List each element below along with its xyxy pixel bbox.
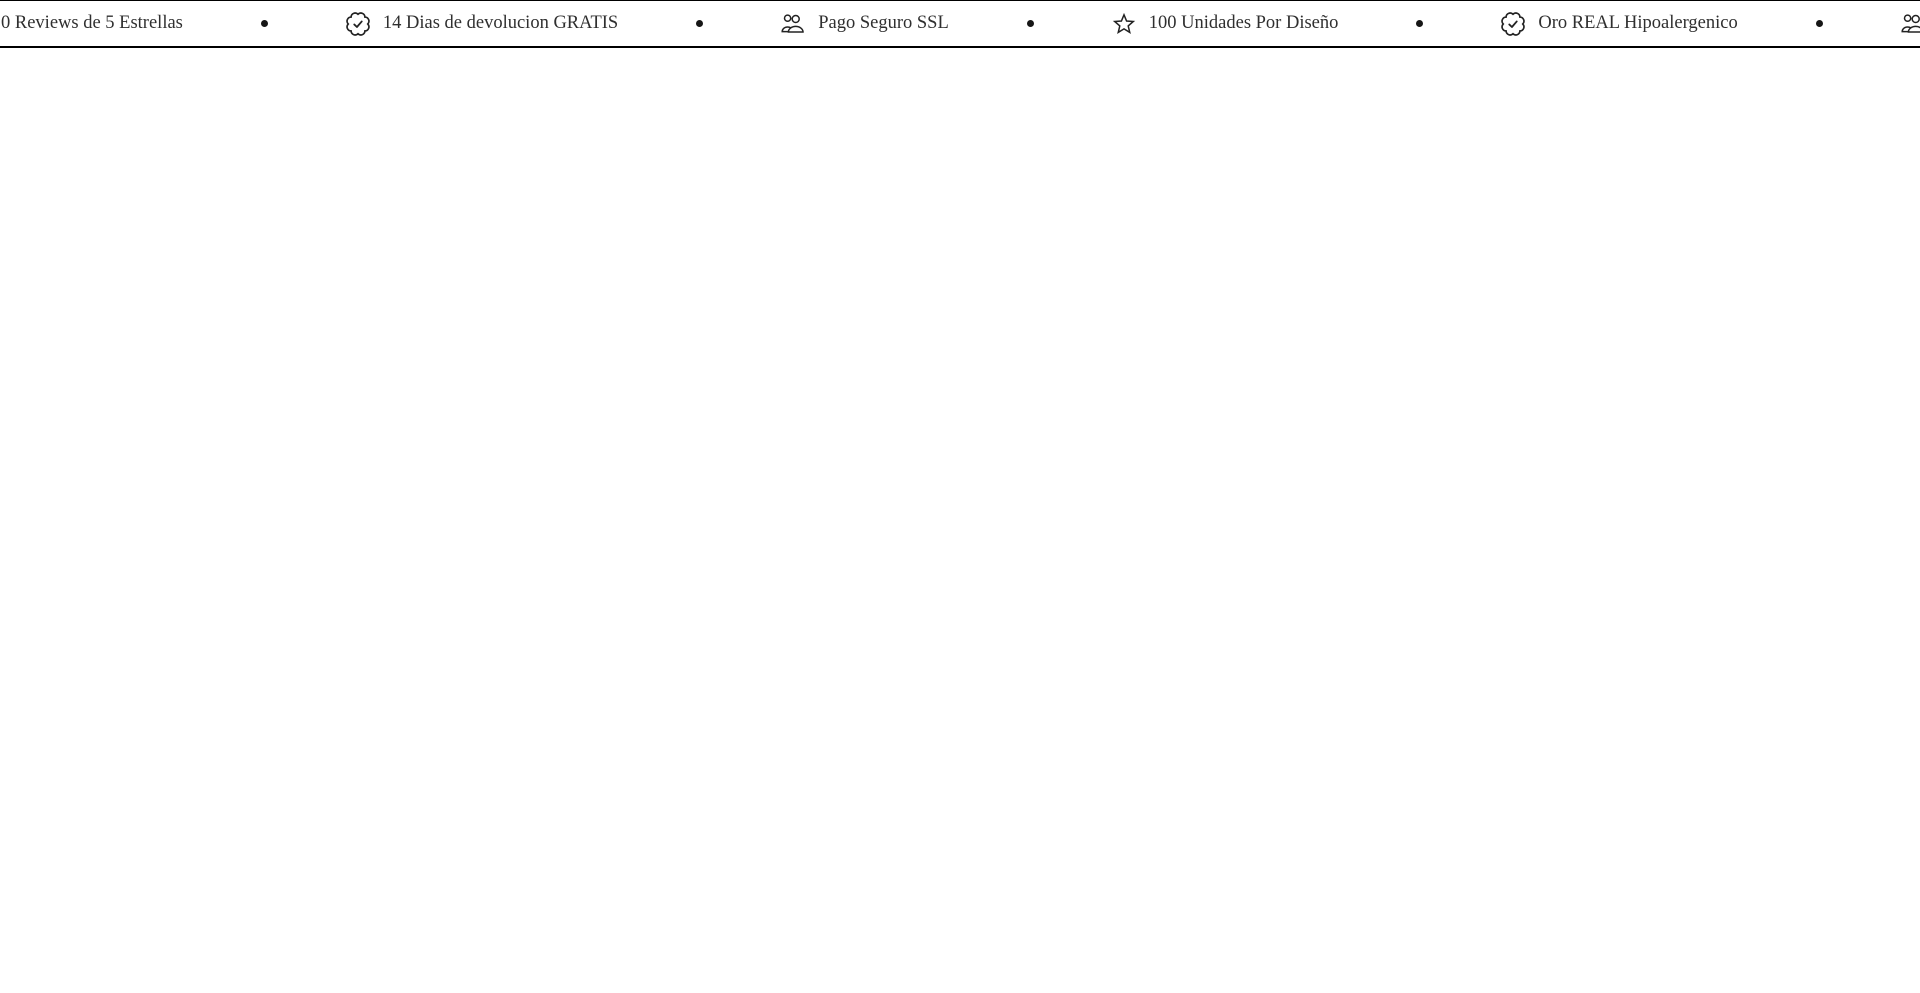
separator-dot-icon [696, 20, 704, 27]
announcement-bar: 0 Reviews de 5 Estrellas 14 Dias de devo… [0, 0, 1920, 48]
ticker-item: Devol [1901, 12, 1920, 36]
ticker-item-label: 100 Unidades Por Diseño [1148, 13, 1339, 34]
ticker-item: 14 Dias de devolucion GRATIS [346, 11, 619, 36]
ticker-item-label: 0 Reviews de 5 Estrellas [1, 13, 183, 34]
ticker-item-label: Oro REAL Hipoalergenico [1538, 13, 1738, 34]
people-icon [781, 12, 805, 36]
separator-dot-icon [260, 20, 268, 27]
ticker-item: Pago Seguro SSL [781, 12, 949, 36]
ticker-item-label: Pago Seguro SSL [818, 13, 949, 34]
badge-check-icon [346, 11, 370, 36]
empty-page-content [0, 48, 1920, 993]
separator-dot-icon [1026, 20, 1034, 27]
ticker-item: Oro REAL Hipoalergenico [1501, 11, 1738, 36]
ticker-item: 0 Reviews de 5 Estrellas [1, 14, 183, 33]
ticker-item: 100 Unidades Por Diseño [1112, 12, 1339, 36]
people-icon [1901, 12, 1920, 36]
star-icon [1112, 12, 1136, 36]
separator-dot-icon [1416, 20, 1424, 27]
ticker-item-label: 14 Dias de devolucion GRATIS [382, 13, 619, 34]
ticker-track: 0 Reviews de 5 Estrellas 14 Dias de devo… [0, 11, 1920, 36]
badge-check-icon [1501, 11, 1526, 36]
separator-dot-icon [1815, 20, 1823, 27]
